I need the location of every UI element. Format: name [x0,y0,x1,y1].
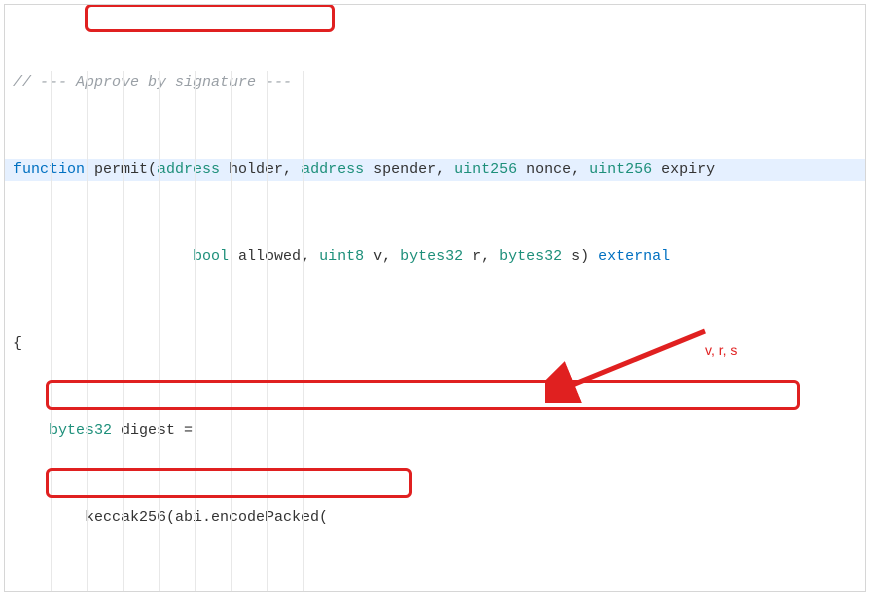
code-frame: // --- Approve by signature --- function… [4,4,866,592]
code-line: bool allowed, uint8 v, bytes32 r, bytes3… [5,246,865,268]
code-line: bytes32 digest = [5,420,865,442]
code-line: // --- Approve by signature --- [5,72,865,94]
code-line: keccak256(abi.encodePacked( [5,507,865,529]
comment-suffix: --- [256,74,292,91]
code-block: // --- Approve by signature --- function… [5,5,865,592]
code-line: function permit(address holder, address … [5,159,865,181]
annotation-vrs: v, r, s [705,340,737,360]
comment-prefix: // --- [13,74,76,91]
comment-text: Approve by signature [76,74,256,91]
